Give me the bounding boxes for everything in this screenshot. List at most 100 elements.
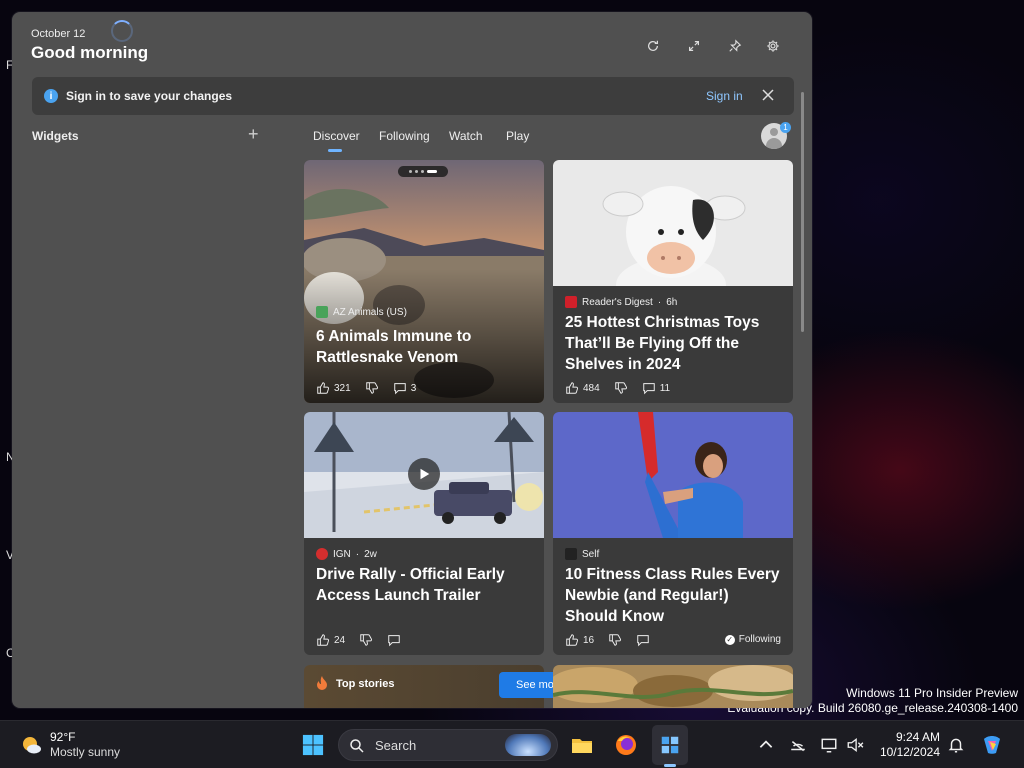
- active-app-indicator: [664, 764, 676, 767]
- card-title[interactable]: Drive Rally - Official Early Access Laun…: [316, 564, 536, 606]
- like-count: 24: [334, 634, 346, 646]
- card-source: IGN · 2w: [316, 548, 377, 560]
- add-widget-button[interactable]: +: [248, 125, 259, 143]
- comment-count: 11: [659, 382, 671, 394]
- card-title[interactable]: 25 Hottest Christmas Toys That’ll Be Fly…: [565, 312, 785, 375]
- weather-condition: Mostly sunny: [50, 745, 121, 759]
- volume-mute-icon[interactable]: [846, 736, 864, 754]
- settings-button[interactable]: [762, 35, 784, 57]
- thumbs-down-icon[interactable]: [608, 633, 622, 647]
- publisher-logo-icon: [316, 306, 328, 318]
- widgets-taskbar-button[interactable]: [655, 730, 685, 760]
- info-icon: i: [44, 89, 58, 103]
- thumbs-up-icon[interactable]: [316, 633, 330, 647]
- gear-icon: [767, 40, 779, 52]
- chevron-up-icon[interactable]: [757, 736, 775, 754]
- widgets-heading: Widgets: [32, 129, 79, 143]
- news-card[interactable]: Self 10 Fitness Class Rules Every Newbie…: [553, 412, 793, 655]
- publisher-logo-icon: [316, 548, 328, 560]
- card-title[interactable]: 10 Fitness Class Rules Every Newbie (and…: [565, 564, 785, 627]
- banner-message: Sign in to save your changes: [66, 89, 233, 103]
- news-card[interactable]: IGN · 2w Drive Rally - Official Early Ac…: [304, 412, 544, 655]
- play-video-button[interactable]: [408, 458, 440, 490]
- refresh-icon: [648, 40, 658, 51]
- card-image: [553, 160, 793, 286]
- system-clock[interactable]: 9:24 AM 10/12/2024: [878, 730, 940, 760]
- file-explorer-button[interactable]: [567, 730, 597, 760]
- publisher-logo-icon: [565, 548, 577, 560]
- card-image: [553, 412, 793, 538]
- card-source: AZ Animals (US): [316, 306, 407, 318]
- firefox-icon: [616, 735, 636, 755]
- weather-temp: 92°F: [50, 730, 76, 744]
- expand-button[interactable]: [683, 35, 705, 57]
- card-title[interactable]: 6 Animals Immune to Rattlesnake Venom: [316, 326, 536, 368]
- card-source: Reader's Digest · 6h: [565, 296, 677, 308]
- comment-icon[interactable]: [393, 381, 407, 395]
- check-icon: ✓: [724, 634, 735, 645]
- active-tab-indicator: [328, 149, 342, 152]
- card-source: Self: [565, 548, 599, 560]
- pin-button[interactable]: [724, 35, 746, 57]
- following-badge[interactable]: ✓ Following: [724, 634, 781, 645]
- widgets-panel: October 12 Good morning i Sign in to sav…: [12, 12, 812, 708]
- thumbs-up-icon[interactable]: [565, 633, 579, 647]
- card-actions: 16: [565, 633, 650, 647]
- carousel-pager[interactable]: [398, 166, 448, 177]
- start-button[interactable]: [298, 730, 328, 760]
- loading-spinner-icon: [111, 20, 133, 42]
- signin-banner: i Sign in to save your changes Sign in: [32, 77, 794, 115]
- display-icon[interactable]: [820, 736, 838, 754]
- tab-following[interactable]: Following: [379, 129, 430, 143]
- thumbs-down-icon[interactable]: [365, 381, 379, 395]
- like-count: 16: [583, 634, 595, 646]
- header-date: October 12: [31, 28, 86, 40]
- top-stories-label: Top stories: [336, 678, 395, 690]
- scrollbar[interactable]: [801, 92, 804, 332]
- search-highlight-art: [505, 734, 551, 756]
- avatar-body: [766, 138, 782, 149]
- tab-discover[interactable]: Discover: [313, 129, 360, 143]
- like-count: 484: [583, 382, 600, 394]
- widgets-app-icon: [661, 736, 679, 754]
- signin-link[interactable]: Sign in: [706, 89, 743, 103]
- weather-widget[interactable]: 92°F Mostly sunny: [20, 730, 120, 760]
- firefox-button[interactable]: [611, 730, 641, 760]
- copilot-icon[interactable]: [980, 733, 1004, 757]
- news-card[interactable]: AZ Animals (US) 6 Animals Immune to Ratt…: [304, 160, 544, 403]
- food-card-image[interactable]: [553, 665, 793, 708]
- search-placeholder: Search: [375, 738, 417, 753]
- taskbar: 92°F Mostly sunny Search 9:24 AM 10/12/2…: [0, 720, 1024, 768]
- thumbs-up-icon[interactable]: [565, 381, 579, 395]
- comment-count: 3: [410, 382, 417, 394]
- play-icon: [420, 468, 430, 480]
- publisher-logo-icon: [565, 296, 577, 308]
- notification-badge: 1: [780, 122, 791, 133]
- thumbs-up-icon[interactable]: [316, 381, 330, 395]
- comment-icon[interactable]: [642, 381, 656, 395]
- close-icon[interactable]: [760, 87, 776, 103]
- tab-watch[interactable]: Watch: [449, 129, 483, 143]
- comment-icon[interactable]: [387, 633, 401, 647]
- network-off-icon[interactable]: [789, 736, 807, 754]
- thumbs-down-icon[interactable]: [614, 381, 628, 395]
- taskbar-search-input[interactable]: Search: [338, 729, 558, 761]
- news-card[interactable]: Reader's Digest · 6h 25 Hottest Christma…: [553, 160, 793, 403]
- folder-icon: [572, 739, 592, 753]
- thumbs-down-icon[interactable]: [359, 633, 373, 647]
- refresh-button[interactable]: [642, 35, 664, 57]
- comment-icon[interactable]: [636, 633, 650, 647]
- bell-icon[interactable]: [947, 736, 965, 754]
- avatar-head: [770, 128, 778, 136]
- header-greeting: Good morning: [31, 43, 149, 62]
- like-count: 321: [334, 382, 351, 394]
- flame-icon: [317, 676, 327, 690]
- expand-icon: [689, 41, 699, 51]
- search-icon: [350, 739, 364, 753]
- tab-play[interactable]: Play: [506, 129, 529, 143]
- pin-icon: [729, 39, 742, 52]
- card-actions: 321 3: [316, 381, 422, 395]
- weather-sun-icon: [23, 737, 41, 754]
- windows-logo-icon: [302, 734, 324, 756]
- card-actions: 24: [316, 633, 401, 647]
